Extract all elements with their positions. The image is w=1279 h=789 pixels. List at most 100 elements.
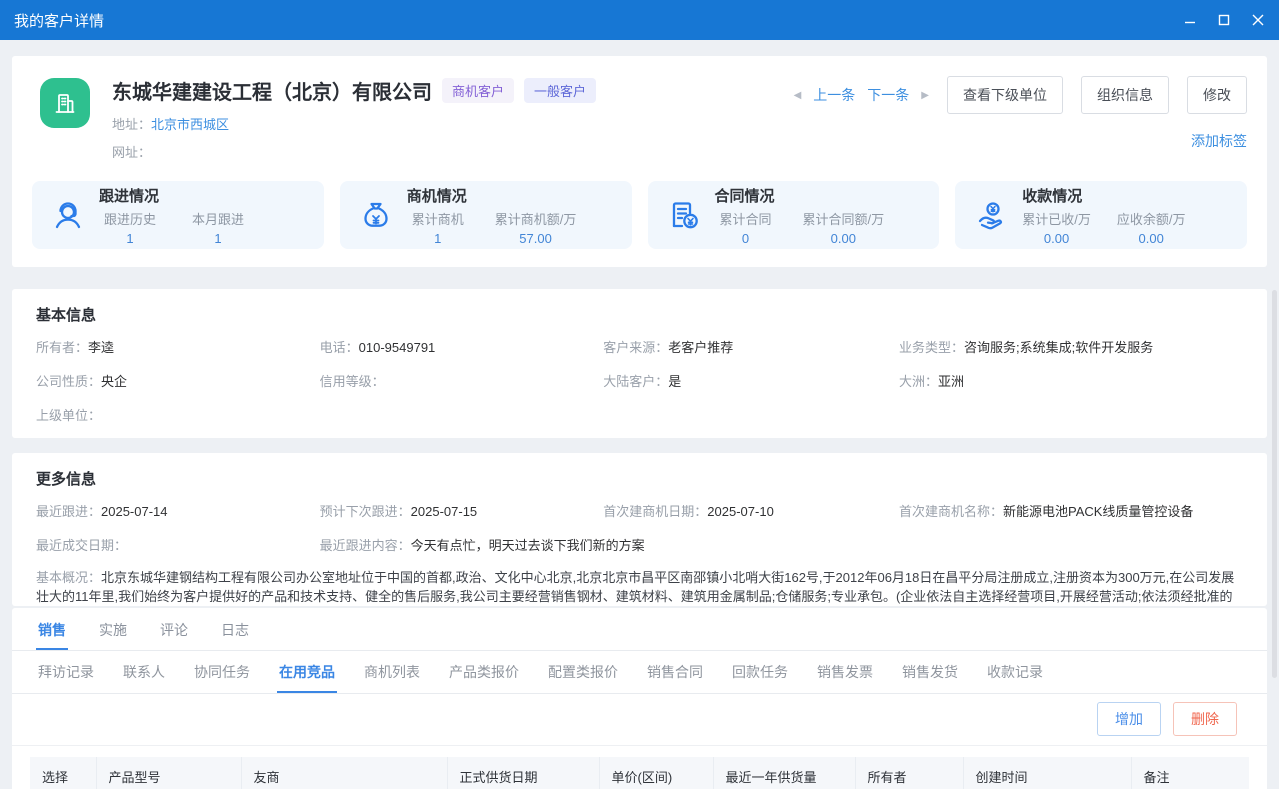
minimize-icon[interactable]: [1183, 13, 1197, 27]
next-arrow-icon[interactable]: ▶: [921, 90, 929, 101]
subtab-config-quotes[interactable]: 配置类报价: [546, 651, 620, 693]
stat-card-opportunity: 商机情况 累计商机 1 累计商机额/万 57.00: [340, 181, 632, 249]
company-profile: 基本概况：北京东城华建钢结构工程有限公司办公室地址位于中国的首都,政治、文化中心…: [36, 568, 1243, 606]
metric-value: 57.00: [495, 231, 577, 246]
stat-title: 商机情况: [407, 185, 577, 206]
col-supply-date: 正式供货日期: [447, 757, 599, 789]
metric-label: 累计商机: [407, 209, 469, 228]
field-owner: 所有者：李逵: [36, 337, 320, 356]
maximize-icon[interactable]: [1217, 13, 1231, 27]
field-mainland-customer: 大陆客户：是: [603, 371, 899, 390]
col-select: 选择: [30, 757, 96, 789]
metric-value: 1: [99, 231, 161, 246]
stat-title: 合同情况: [715, 185, 885, 206]
headset-person-icon: [50, 197, 86, 233]
more-info-section: 更多信息 最近跟进：2025-07-14 预计下次跟进：2025-07-15 首…: [12, 453, 1267, 606]
basic-info-section: 基本信息 所有者：李逵 电话：010-9549791 客户来源：老客户推荐 业务…: [12, 289, 1267, 438]
next-record-link[interactable]: 下一条: [867, 85, 909, 105]
address-link[interactable]: 北京市西城区: [151, 117, 229, 132]
field-last-deal-date: 最近成交日期：: [36, 535, 320, 554]
field-credit-rating: 信用等级：: [320, 371, 604, 390]
field-company-nature: 公司性质：央企: [36, 371, 320, 390]
stat-card-followup: 跟进情况 跟进历史 1 本月跟进 1: [32, 181, 324, 249]
subtab-sales-shipments[interactable]: 销售发货: [900, 651, 960, 693]
prev-arrow-icon[interactable]: ◀: [794, 90, 802, 101]
metric-label: 累计合同: [715, 209, 777, 228]
field-last-followup: 最近跟进：2025-07-14: [36, 501, 320, 520]
table-header-row: 选择 产品型号 友商 正式供货日期 单价(区间) 最近一年供货量 所有者 创建时…: [30, 757, 1249, 789]
tag-general-customer: 一般客户: [524, 78, 596, 103]
vertical-scrollbar[interactable]: [1272, 290, 1277, 678]
subtab-opportunity-list[interactable]: 商机列表: [362, 651, 422, 693]
col-competitor: 友商: [241, 757, 447, 789]
col-product-model: 产品型号: [96, 757, 241, 789]
field-customer-source: 客户来源：老客户推荐: [603, 337, 899, 356]
metric-label: 跟进历史: [99, 209, 161, 228]
field-parent-unit: 上级单位：: [36, 405, 320, 424]
subtab-payment-tasks[interactable]: 回款任务: [730, 651, 790, 693]
delete-button[interactable]: 删除: [1173, 702, 1237, 736]
stat-card-contract: 合同情况 累计合同 0 累计合同额/万 0.00: [648, 181, 940, 249]
view-sub-units-button[interactable]: 查看下级单位: [947, 76, 1063, 114]
metric-value: 1: [407, 231, 469, 246]
metric-label: 本月跟进: [187, 209, 249, 228]
more-info-title: 更多信息: [36, 468, 1243, 489]
metric-value: 1: [187, 231, 249, 246]
subtab-product-quotes[interactable]: 产品类报价: [447, 651, 521, 693]
stat-card-payment: 收款情况 累计已收/万 0.00 应收余额/万 0.00: [955, 181, 1247, 249]
field-first-opportunity-date: 首次建商机日期：2025-07-10: [603, 501, 899, 520]
table-toolbar: 增加 删除: [12, 694, 1267, 746]
field-phone: 电话：010-9549791: [320, 337, 604, 356]
website-label: 网址：: [112, 145, 151, 160]
field-continent: 大洲：亚洲: [899, 371, 1243, 390]
org-info-button[interactable]: 组织信息: [1081, 76, 1169, 114]
company-building-icon: [40, 78, 90, 128]
sub-tabs: 拜访记录 联系人 协同任务 在用竞品 商机列表 产品类报价 配置类报价 销售合同…: [12, 651, 1267, 694]
subtab-payment-records[interactable]: 收款记录: [985, 651, 1045, 693]
close-icon[interactable]: [1251, 13, 1265, 27]
col-last-year-volume: 最近一年供货量: [713, 757, 855, 789]
subtab-collab-tasks[interactable]: 协同任务: [192, 651, 252, 693]
tab-implementation[interactable]: 实施: [97, 610, 129, 650]
subtab-contacts[interactable]: 联系人: [121, 651, 167, 693]
subtab-competing-products[interactable]: 在用竞品: [277, 651, 337, 693]
subtab-sales-invoices[interactable]: 销售发票: [815, 651, 875, 693]
contract-icon: [666, 197, 702, 233]
payment-hand-icon: [973, 197, 1009, 233]
metric-label: 累计已收/万: [1022, 209, 1091, 228]
subtab-visit-records[interactable]: 拜访记录: [36, 651, 96, 693]
company-name: 东城华建建设工程（北京）有限公司: [112, 76, 432, 105]
tag-opportunity-customer: 商机客户: [442, 78, 514, 103]
field-last-followup-content: 最近跟进内容：今天有点忙，明天过去谈下我们新的方案: [320, 535, 899, 554]
stat-title: 跟进情况: [99, 185, 249, 206]
window-titlebar: 我的客户详情: [0, 0, 1279, 40]
main-tabs: 销售 实施 评论 日志: [12, 610, 1267, 651]
field-business-type: 业务类型：咨询服务;系统集成;软件开发服务: [899, 337, 1243, 356]
col-unit-price: 单价(区间): [599, 757, 713, 789]
tab-logs[interactable]: 日志: [219, 610, 251, 650]
metric-value: 0.00: [1022, 231, 1091, 246]
money-bag-icon: [358, 197, 394, 233]
customer-header-card: 东城华建建设工程（北京）有限公司 商机客户 一般客户 地址：北京市西城区 网址：…: [12, 56, 1267, 267]
metric-label: 累计商机额/万: [495, 209, 577, 228]
metric-label: 累计合同额/万: [803, 209, 885, 228]
metric-value: 0: [715, 231, 777, 246]
add-tag-link[interactable]: 添加标签: [1191, 131, 1247, 151]
stat-title: 收款情况: [1022, 185, 1185, 206]
modify-button[interactable]: 修改: [1187, 76, 1247, 114]
tab-comments[interactable]: 评论: [158, 610, 190, 650]
basic-info-title: 基本信息: [36, 304, 1243, 325]
address-label: 地址：: [112, 117, 151, 132]
col-created: 创建时间: [963, 757, 1131, 789]
metric-label: 应收余额/万: [1117, 209, 1186, 228]
metric-value: 0.00: [803, 231, 885, 246]
add-button[interactable]: 增加: [1097, 702, 1161, 736]
col-owner: 所有者: [855, 757, 963, 789]
field-first-opportunity-name: 首次建商机名称：新能源电池PACK线质量管控设备: [899, 501, 1243, 520]
subtab-sales-contracts[interactable]: 销售合同: [645, 651, 705, 693]
prev-record-link[interactable]: 上一条: [813, 85, 855, 105]
tab-sales[interactable]: 销售: [36, 610, 68, 650]
col-remark: 备注: [1131, 757, 1249, 789]
competing-products-table: 选择 产品型号 友商 正式供货日期 单价(区间) 最近一年供货量 所有者 创建时…: [30, 757, 1249, 789]
metric-value: 0.00: [1117, 231, 1186, 246]
